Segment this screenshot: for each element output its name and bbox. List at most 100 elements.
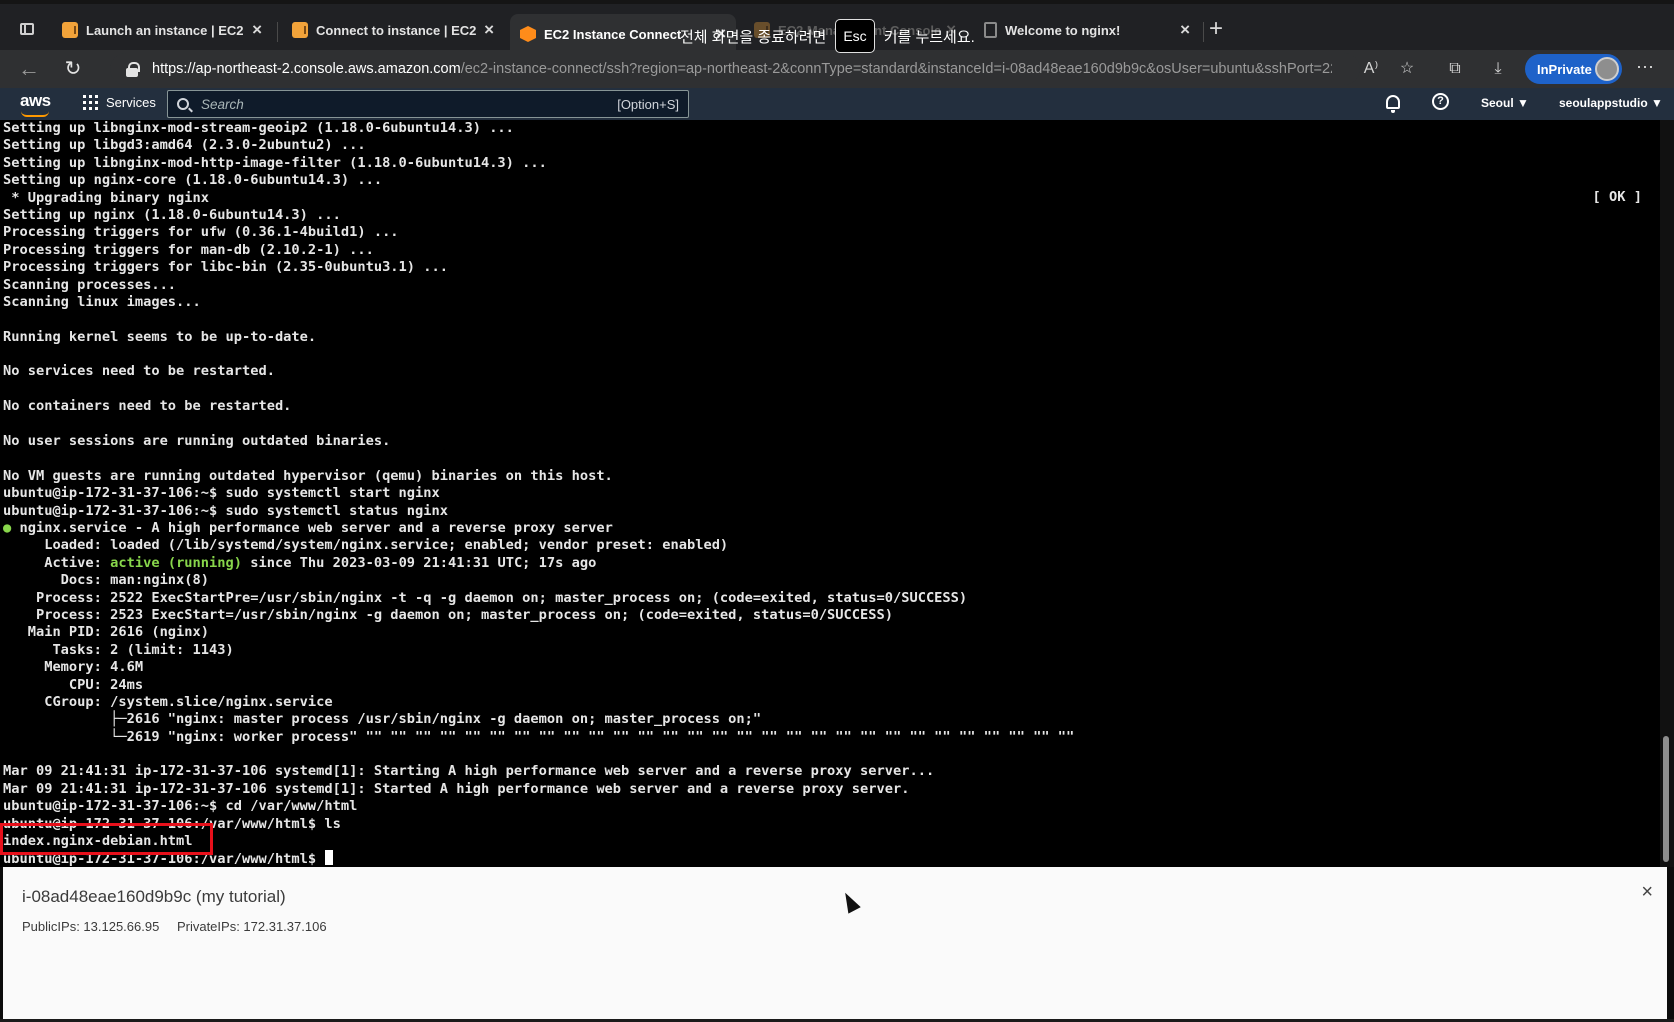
ssh-terminal[interactable]: Setting up libnginx-mod-stream-geoip2 (1… [0,120,1660,867]
terminal-line: ubuntu@ip-172-31-37-106:/var/www/html$ [3,850,1660,867]
active-state: active (running) [110,554,242,571]
tab-connect-instance[interactable]: Connect to instance | EC2 Man × [282,14,504,46]
terminal-line: └─2619 "nginx: worker process" "" "" "" … [3,728,1075,745]
terminal-line: Scanning linux images... [3,293,201,310]
terminal-line: Mar 09 21:41:31 ip-172-31-37-106 systemd… [3,780,910,797]
ec2-favicon-icon [292,22,308,38]
private-ips: PrivateIPs: 172.31.37.106 [176,919,327,934]
address-bar[interactable]: https://ap-northeast-2.console.aws.amazo… [110,53,1360,85]
fullscreen-hint-text-after: 키를 누르세요. [883,28,975,46]
terminal-line: CGroup: /system.slice/nginx.service [3,693,333,710]
terminal-line: index.nginx-debian.html [3,833,193,850]
esc-key-badge: Esc [835,19,875,53]
fullscreen-exit-hint: 전체 화면을 종료하려면 Esc 키를 누르세요. [680,19,975,53]
search-icon [177,98,189,110]
back-arrow-icon[interactable]: ← [16,56,42,82]
tab-separator [1203,22,1204,42]
tab-actions-icon[interactable] [14,17,38,41]
terminal-line: Memory: 4.6M [3,659,144,676]
aws-search-input[interactable] [201,96,618,112]
fullscreen-hint-text-before: 전체 화면을 종료하려면 [680,28,827,46]
terminal-line: ubuntu@ip-172-31-37-106:~$ sudo systemct… [3,485,440,502]
terminal-line: Docs: man:nginx(8) [3,572,210,589]
tab-title: Connect to instance | EC2 Man [316,22,478,38]
terminal-line: Process: 2523 ExecStart=/usr/sbin/nginx … [3,606,893,623]
instance-details-panel: i-08ad48eae160d9b9c (my tutorial) Public… [3,867,1667,1019]
terminal-line: Processing triggers for ufw (0.36.1-4bui… [3,224,399,241]
ec2-instance-connect-favicon-icon [520,26,536,42]
inprivate-button[interactable]: InPrivate [1525,54,1622,84]
terminal-line: ├─2616 "nginx: master process /usr/sbin/… [3,711,762,728]
read-aloud-icon[interactable]: A⁾ [1358,56,1384,82]
terminal-scrollbar[interactable] [1660,120,1674,867]
terminal-line: No services need to be restarted. [3,363,275,380]
terminal-line: Processing triggers for libc-bin (2.35-0… [3,259,448,276]
help-icon[interactable]: ? [1432,93,1449,110]
terminal-line: Main PID: 2616 (nginx) [3,624,210,641]
instance-ips: PublicIPs: 13.125.66.95 PrivateIPs: 172.… [22,919,327,934]
terminal-line: ubuntu@ip-172-31-37-106:~$ sudo systemct… [3,502,448,519]
terminal-loaded-line: Loaded: loaded (/lib/systemd/system/ngin… [3,537,729,554]
terminal-line: Setting up nginx (1.18.0-6ubuntu14.3) ..… [3,206,341,223]
terminal-line: Setting up libnginx-mod-http-image-filte… [3,154,547,171]
terminal-status-service-line: ● nginx.service - A high performance web… [3,520,1660,537]
status-service-text: nginx.service - A high performance web s… [11,519,613,536]
terminal-ok-marker: [ OK ] [1592,189,1642,205]
terminal-line: CPU: 24ms [3,676,144,693]
ec2-favicon-icon [62,22,78,38]
favorite-star-icon[interactable]: ☆ [1394,56,1420,82]
url-text[interactable]: https://ap-northeast-2.console.aws.amazo… [152,61,1332,77]
aws-smile-icon [21,111,49,117]
notifications-bell-icon[interactable] [1386,95,1400,113]
lock-icon[interactable] [126,62,140,77]
terminal-line: Running kernel seems to be up-to-date. [3,328,317,345]
terminal-output-status: Docs: man:nginx(8) Process: 2522 ExecSta… [3,572,1660,867]
reload-icon[interactable]: ↻ [60,56,86,82]
close-panel-icon[interactable]: × [1641,881,1653,904]
terminal-line: Setting up libnginx-mod-stream-geoip2 (1… [3,120,514,136]
tab-close-icon[interactable]: × [246,20,262,40]
terminal-line: Process: 2522 ExecStartPre=/usr/sbin/ngi… [3,589,968,606]
url-host: https://ap-northeast-2.console.aws.amazo… [152,61,461,77]
tab-title: Launch an instance | EC2 Man [86,22,246,38]
more-menu-icon[interactable]: ··· [1636,56,1654,77]
terminal-line: Scanning processes... [3,276,177,293]
public-ips: PublicIPs: 13.125.66.95 [22,919,160,934]
new-tab-button[interactable]: + [1209,15,1223,43]
ls-output-highlight [0,823,213,855]
browser-toolbar: ← ↻ https://ap-northeast-2.console.aws.a… [0,50,1674,88]
tab-welcome-nginx[interactable]: Welcome to nginx! × [974,14,1200,46]
terminal-line: ubuntu@ip-172-31-37-106:/var/www/html$ l… [3,815,341,832]
terminal-line: Processing triggers for man-db (2.10.2-1… [3,241,374,258]
url-path: /ec2-instance-connect/ssh?region=ap-nort… [460,61,1332,77]
tab-launch-instance[interactable]: Launch an instance | EC2 Man × [52,14,272,46]
terminal-scroll-thumb[interactable] [1663,736,1669,862]
active-suffix: since Thu 2023-03-09 21:41:31 UTC; 17s a… [242,554,597,571]
aws-logo-text: aws [20,91,51,110]
download-icon[interactable]: ⤓ [1485,56,1511,82]
inprivate-label: InPrivate [1537,61,1592,77]
search-shortcut-hint: [Option+S] [617,96,679,112]
terminal-line: No containers need to be restarted. [3,398,292,415]
terminal-line: ubuntu@ip-172-31-37-106:~$ cd /var/www/h… [3,798,358,815]
terminal-active-line: Active: active (running) since Thu 2023-… [3,555,1660,572]
tab-close-icon[interactable]: × [478,20,494,40]
collections-icon[interactable]: ⧉ [1442,56,1468,82]
profile-avatar-icon [1595,57,1619,81]
aws-search-box[interactable]: [Option+S] [167,90,689,118]
region-selector[interactable]: Seoul ▼ [1481,96,1529,110]
terminal-line: Mar 09 21:41:31 ip-172-31-37-106 systemd… [3,763,935,780]
aws-logo[interactable]: aws [20,91,51,117]
terminal-cursor [325,850,334,866]
active-prefix: Active: [3,554,111,571]
account-menu[interactable]: seoulappstudio ▼ [1559,96,1663,110]
services-menu-button[interactable]: Services [83,95,156,110]
services-grid-icon [83,95,98,110]
instance-title: i-08ad48eae160d9b9c (my tutorial) [22,887,286,906]
tab-close-icon[interactable]: × [1174,20,1190,40]
page-favicon-icon [984,22,997,38]
